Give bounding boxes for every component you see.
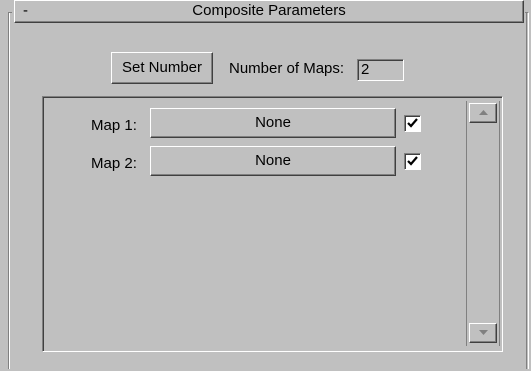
checkmark-icon — [407, 118, 418, 128]
map-2-enable-checkbox[interactable] — [404, 153, 421, 170]
triangle-down-icon — [479, 330, 488, 335]
map-list-scrollbar[interactable] — [466, 101, 500, 346]
rollout-title: Composite Parameters — [192, 2, 346, 19]
map-1-label: Map 1: — [91, 117, 137, 134]
number-of-maps-field[interactable]: 2 — [357, 59, 404, 81]
rollout-frame-left — [8, 12, 12, 369]
rollout-frame-right — [525, 12, 529, 369]
set-number-button[interactable]: Set Number — [111, 52, 213, 84]
map-2-label: Map 2: — [91, 155, 137, 172]
map-1-enable-checkbox[interactable] — [404, 115, 421, 132]
triangle-up-icon — [479, 110, 488, 115]
map-1-button[interactable]: None — [150, 108, 396, 138]
scroll-up-button[interactable] — [469, 103, 497, 123]
number-of-maps-label: Number of Maps: — [229, 60, 345, 77]
scroll-down-button[interactable] — [469, 323, 497, 343]
map-2-button[interactable]: None — [150, 146, 396, 176]
checkmark-icon — [407, 156, 418, 166]
rollout-header[interactable]: - Composite Parameters — [14, 0, 524, 23]
composite-parameters-rollout: - Composite Parameters Set Number Number… — [0, 0, 531, 371]
